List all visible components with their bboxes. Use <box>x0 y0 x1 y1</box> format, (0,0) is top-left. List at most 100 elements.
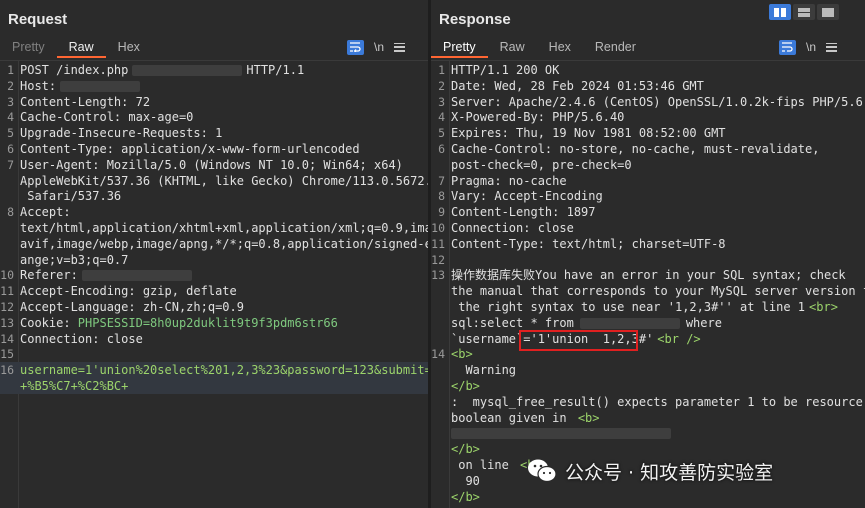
line-text: Server: Apache/2.4.6 (CentOS) OpenSSL/1.… <box>451 94 865 110</box>
line-text: Host: <box>20 78 141 94</box>
line-number: 6 <box>438 142 445 156</box>
line-number: 1 <box>7 63 14 77</box>
line-text: : mysql_free_result() expects parameter … <box>451 394 865 410</box>
line-number: 16 <box>0 363 14 378</box>
line-text: +%B5%C7+%C2%BC+ <box>20 378 128 394</box>
layout-tabs-icon[interactable] <box>817 4 839 20</box>
redacted-text <box>81 270 192 282</box>
line-text: POST /index.php HTTP/1.1 <box>20 62 304 78</box>
response-title: Response <box>439 11 511 28</box>
line-text: Accept-Language: zh-CN,zh;q=0.9 <box>20 299 244 315</box>
response-line: </b> <box>431 378 865 394</box>
response-line: 12 <box>431 252 865 268</box>
request-line: 8 Accept: <box>0 204 428 220</box>
wechat-icon <box>527 458 557 484</box>
request-tab-raw[interactable]: Raw <box>56 38 106 58</box>
response-line: sql:select * from where <box>431 315 865 331</box>
code-text: 90 <box>451 473 480 488</box>
line-number: 9 <box>438 205 445 220</box>
line-text: Connection: close <box>20 331 143 347</box>
line-text: Date: Wed, 28 Feb 2024 01:53:46 GMT <box>451 78 704 94</box>
line-text: Accept-Encoding: gzip, deflate <box>20 283 237 299</box>
code-text: Expires: Thu, 19 Nov 1981 08:52:00 GMT <box>451 126 726 141</box>
line-text: Accept: <box>20 204 71 220</box>
watermark: 公众号 · 知攻善防实验室 <box>527 451 773 491</box>
code-text: POST /index.php <box>20 63 129 77</box>
layout-side-by-side-icon[interactable] <box>769 4 791 20</box>
response-line: 9 Content-Length: 1897 <box>431 204 865 220</box>
wrap-lines-icon[interactable] <box>779 39 796 55</box>
response-tab-hex[interactable]: Hex <box>537 38 583 58</box>
response-line <box>431 425 865 441</box>
line-number: 3 <box>438 94 445 109</box>
code-text: Vary: Accept-Encoding <box>451 189 603 204</box>
request-line: 5 Upgrade-Insecure-Requests: 1 <box>0 125 428 141</box>
line-text: </b> <box>451 441 480 457</box>
request-line: Safari/537.36 <box>0 188 428 204</box>
line-number: 14 <box>0 331 14 346</box>
response-line: 2 Date: Wed, 28 Feb 2024 01:53:46 GMT <box>431 78 865 94</box>
line-text: AppleWebKit/537.36 (KHTML, like Gecko) C… <box>20 173 428 189</box>
code-text: Server: Apache/2.4.6 (CentOS) OpenSSL/1.… <box>451 94 865 109</box>
response-line: the right syntax to use near '1,2,3#'' a… <box>431 299 865 315</box>
request-tab-pretty[interactable]: Pretty <box>0 38 57 58</box>
response-menu-icon[interactable] <box>826 42 838 52</box>
line-number: 5 <box>438 126 445 141</box>
code-text: AppleWebKit/537.36 (KHTML, like Gecko) C… <box>20 173 428 188</box>
response-line: 8 Vary: Accept-Encoding <box>431 188 865 204</box>
request-editor[interactable]: 1 POST /index.php HTTP/1.1 2 Host: 3 Content-L… <box>0 60 428 508</box>
line-text: Safari/537.36 <box>20 188 121 204</box>
html-tag: <b> <box>451 347 473 362</box>
response-line: the manual that corresponds to your MySQ… <box>431 283 865 299</box>
request-toolbar: \n <box>347 38 406 56</box>
line-text: the manual that corresponds to your MySQ… <box>451 283 865 299</box>
show-newlines-button[interactable]: \n <box>806 40 816 54</box>
redacted-text <box>60 80 141 92</box>
code-text: User-Agent: Mozilla/5.0 (Windows NT 10.0… <box>20 157 403 172</box>
line-number: 5 <box>7 126 14 141</box>
line-text: ange;v=b3;q=0.7 <box>20 252 128 268</box>
request-menu-icon[interactable] <box>394 42 406 52</box>
line-number: 11 <box>0 284 14 299</box>
request-line: 7 User-Agent: Mozilla/5.0 (Windows NT 10.… <box>0 157 428 173</box>
code-text: Connection: close <box>20 331 143 346</box>
line-text: Cache-Control: no-store, no-cache, must-… <box>451 141 819 157</box>
response-line: 6 Cache-Control: no-store, no-cache, must… <box>431 141 865 157</box>
line-number: 14 <box>431 347 445 362</box>
response-tabs: Pretty Raw Hex Render <box>431 38 648 58</box>
line-text: text/html,application/xhtml+xml,applicat… <box>20 220 428 236</box>
show-newlines-button[interactable]: \n <box>374 40 384 54</box>
response-tab-raw[interactable]: Raw <box>488 38 537 58</box>
code-text: Content-Length: 1897 <box>451 205 596 220</box>
line-text: HTTP/1.1 200 OK <box>451 62 559 78</box>
layout-stacked-icon[interactable] <box>793 4 815 20</box>
request-line: 14 Connection: close <box>0 331 428 347</box>
code-text: Referer: <box>20 268 78 283</box>
request-line: 16 username=1'union%20select%201,2,3%23&p… <box>0 362 428 379</box>
code-text: Date: Wed, 28 Feb 2024 01:53:46 GMT <box>451 78 704 93</box>
code-text: the right syntax to use near '1,2,3#'' a… <box>451 300 806 314</box>
response-tab-pretty[interactable]: Pretty <box>431 38 488 58</box>
code-text: Warning <box>451 363 517 378</box>
line-number: 6 <box>7 142 14 156</box>
response-tab-render[interactable]: Render <box>583 38 648 58</box>
line-number: 8 <box>7 205 14 220</box>
response-editor[interactable]: 1 HTTP/1.1 200 OK 2 Date: Wed, 28 Feb 2024 … <box>431 60 865 508</box>
line-text: Cache-Control: max-age=0 <box>20 109 193 125</box>
line-text: Content-Type: text/html; charset=UTF-8 <box>451 236 726 252</box>
code-text: Pragma: no-cache <box>451 173 567 188</box>
wrap-lines-icon[interactable] <box>347 39 364 55</box>
request-tab-hex[interactable]: Hex <box>106 38 152 58</box>
response-line: 3 Server: Apache/2.4.6 (CentOS) OpenSSL/1… <box>431 94 865 110</box>
redacted-text <box>451 428 671 440</box>
request-body: +%B5%C7+%C2%BC+ <box>20 379 129 393</box>
request-pane: Request Pretty Raw Hex \n 1 POST /index.p… <box>0 0 428 508</box>
html-tag: <br /> <box>657 331 701 346</box>
line-text: sql:select * from where <box>451 315 722 331</box>
response-line: post-check=0, pre-check=0 <box>431 157 865 173</box>
request-title: Request <box>8 11 68 28</box>
line-text: Content-Length: 72 <box>20 94 150 110</box>
line-number: 1 <box>438 63 445 77</box>
code-text: Cache-Control: no-store, no-cache, must-… <box>451 142 820 156</box>
line-number: 4 <box>7 110 14 125</box>
